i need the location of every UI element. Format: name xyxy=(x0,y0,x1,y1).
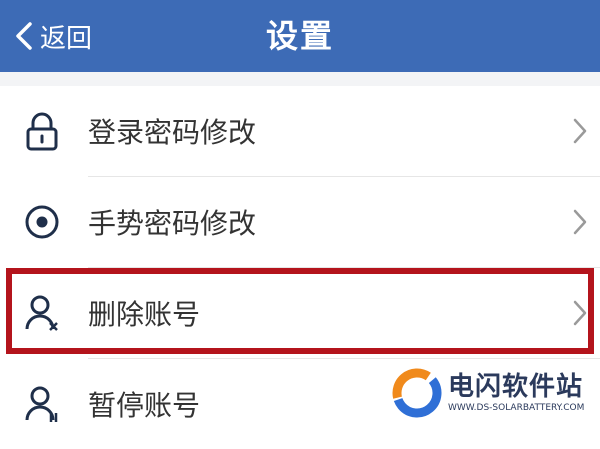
page-title: 设置 xyxy=(265,17,334,55)
settings-item-login-password[interactable]: 登录密码修改 xyxy=(0,86,600,176)
settings-item-label: 暂停账号 xyxy=(88,389,201,422)
user-pause-icon xyxy=(22,384,62,424)
settings-item-label: 删除账号 xyxy=(88,298,201,331)
navigation-bar: 返回 设置 xyxy=(0,0,600,72)
settings-item-gesture-password[interactable]: 手势密码修改 xyxy=(0,177,600,267)
lock-icon xyxy=(22,111,62,151)
chevron-right-icon xyxy=(573,300,587,326)
watermark-name: 电闪软件站 xyxy=(448,372,584,402)
chevron-right-icon xyxy=(573,209,587,235)
settings-item-label: 手势密码修改 xyxy=(88,207,257,240)
settings-item-delete-account[interactable]: 删除账号 xyxy=(0,268,600,358)
site-logo-icon xyxy=(392,368,442,418)
settings-item-label: 登录密码修改 xyxy=(88,116,257,149)
site-watermark: 电闪软件站 WWW.DS-SOLARBATTERY.COM xyxy=(392,364,588,422)
user-delete-icon xyxy=(22,293,62,333)
watermark-url: WWW.DS-SOLARBATTERY.COM xyxy=(448,403,585,413)
gesture-target-icon xyxy=(22,202,62,242)
chevron-right-icon xyxy=(573,118,587,144)
